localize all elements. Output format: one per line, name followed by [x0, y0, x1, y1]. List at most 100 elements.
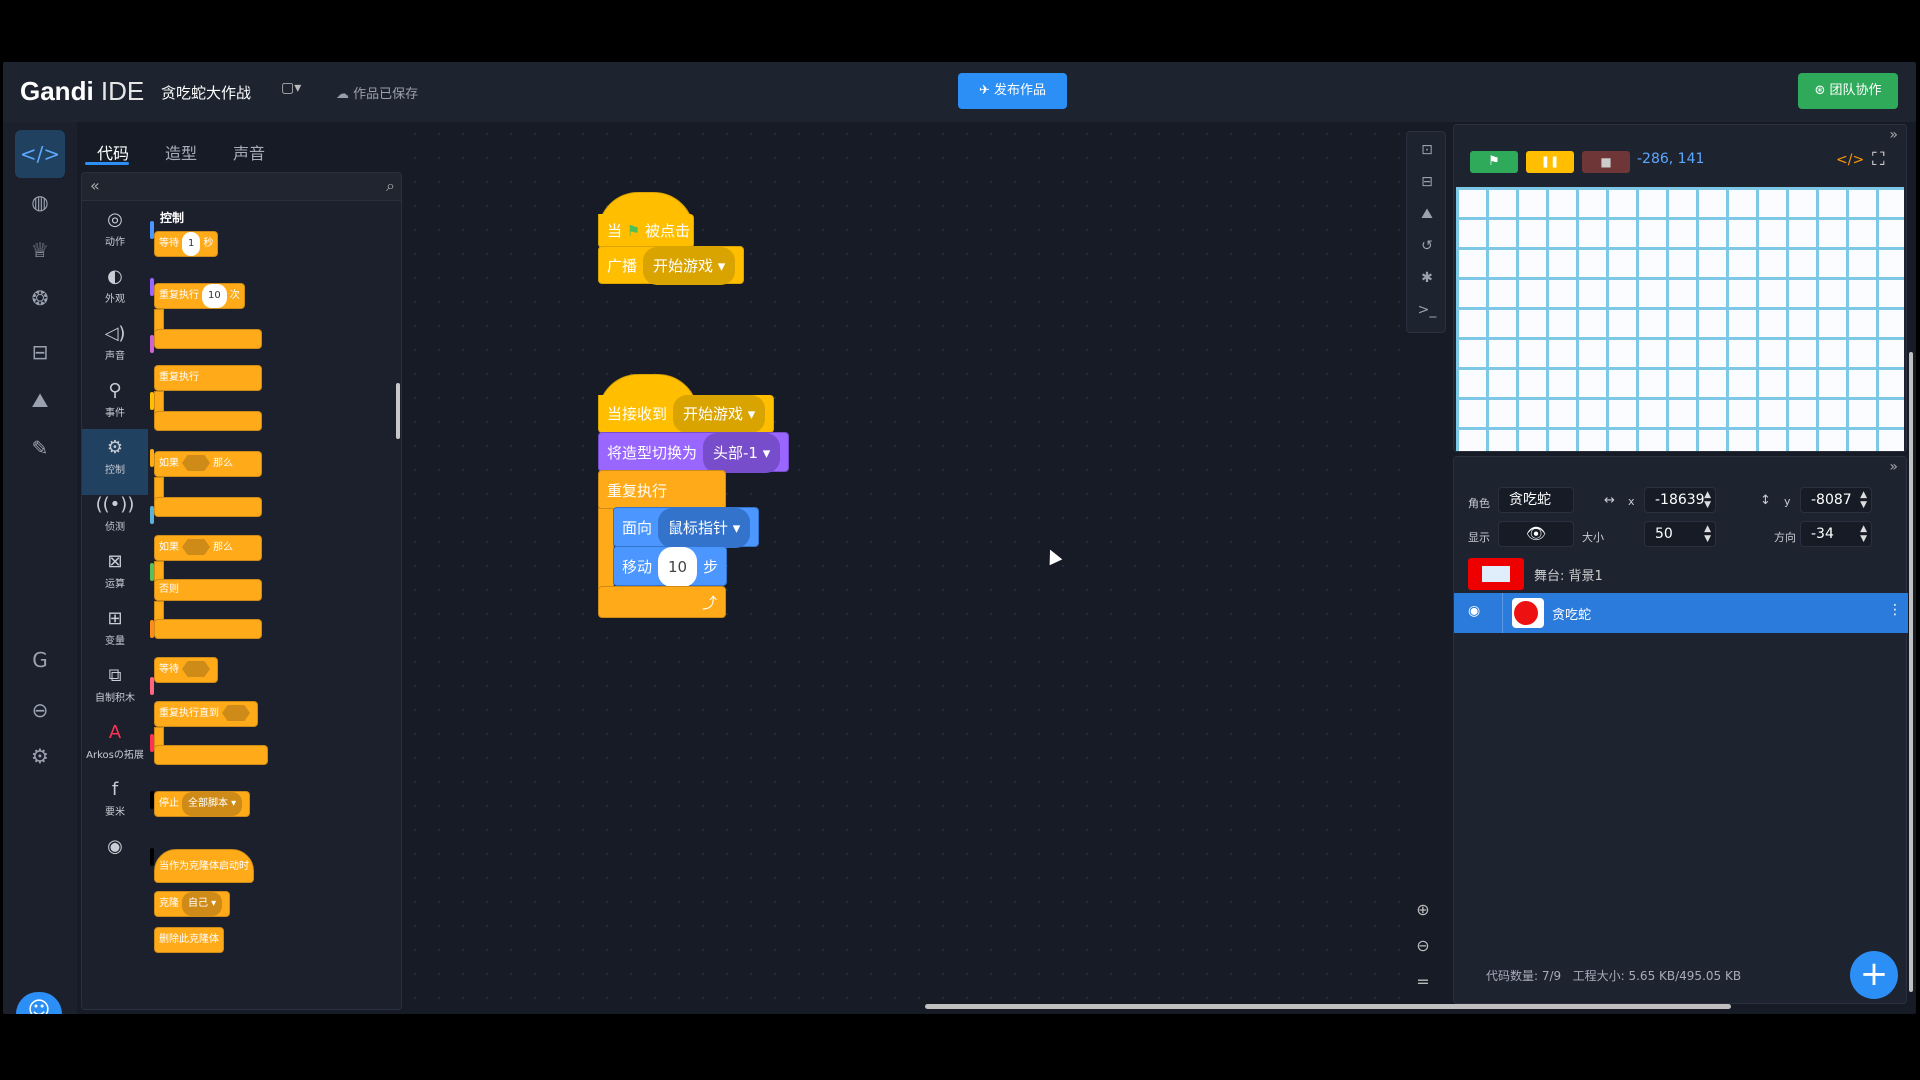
- if-block[interactable]: 如果 那么: [154, 451, 262, 477]
- green-flag-button[interactable]: ⚑: [1470, 151, 1518, 173]
- project-title[interactable]: 贪吃蛇大作战: [161, 82, 251, 103]
- category-label: 声音: [105, 351, 125, 362]
- fullscreen-icon[interactable]: ⛶: [1872, 149, 1885, 170]
- search-icon[interactable]: ⌕: [386, 176, 395, 196]
- team-collab-button[interactable]: ⊛ 团队协作: [1798, 73, 1898, 109]
- if-else-block[interactable]: 如果 那么: [154, 535, 262, 561]
- category-label: 动作: [105, 237, 125, 248]
- book-icon[interactable]: ✎: [15, 424, 65, 472]
- wait-block[interactable]: 等待 1 秒: [154, 231, 219, 257]
- category-icon: ⚙: [106, 437, 124, 458]
- zoom-in-icon[interactable]: ⊕: [1411, 900, 1435, 924]
- category-icon: ⚲: [108, 380, 122, 401]
- zoom-out-icon[interactable]: ⊖: [1411, 936, 1435, 960]
- category-icon: ◎: [107, 209, 123, 230]
- code-toggle-icon[interactable]: </>: [1836, 152, 1864, 168]
- feedback-button[interactable]: ☺ 反馈: [16, 992, 62, 1014]
- green-flag-icon: ⚑: [626, 222, 641, 240]
- forever-block[interactable]: 重复执行: [154, 365, 262, 391]
- category-11[interactable]: ◉: [82, 828, 154, 894]
- image-icon[interactable]: ⛰: [15, 376, 65, 424]
- tab-sound[interactable]: 声音: [233, 140, 265, 164]
- logo: Gandi IDE: [20, 76, 145, 106]
- briefcase-icon[interactable]: ⊖: [15, 686, 65, 734]
- gandi-icon[interactable]: G: [15, 636, 65, 684]
- size-label: 大小: [1582, 531, 1604, 544]
- broadcast-block[interactable]: 广播 开始游戏 ▾: [598, 246, 745, 285]
- repeat-until-block[interactable]: 重复执行直到: [154, 701, 258, 727]
- loop-arrow-icon: ⤴: [701, 594, 717, 612]
- category-icon: ((•)): [95, 494, 135, 515]
- palette-header: « ⌕: [82, 173, 401, 201]
- code-workspace[interactable]: 当 ⚑ 被点击 广播 开始游戏 ▾ 当接收到 开始游戏 ▾ 将造型切换为 头部-1 ▾…: [403, 122, 1403, 1014]
- category-list: ◎ 动作 ◐ 外观 ◁) 声音 ⚲ 事件 ⚙ 控制 ((•)) 侦测 ⊠ 运算 ⊞ 变量 ⧉ 自制积木 A Arkos…: [82, 201, 154, 1009]
- sprite-thumbnail: [1512, 598, 1544, 628]
- y-input[interactable]: -8087 ▲ ▼: [1800, 487, 1872, 513]
- robot-icon[interactable]: ⊟: [15, 328, 65, 376]
- sprite-panel: » 角色 贪吃蛇 ↔ x -18639 ▲ ▼ ↕ y -8087 ▲ ▼ 显示 👁 大…: [1453, 456, 1908, 1004]
- repeat-block[interactable]: 重复执行 10 次: [154, 283, 245, 309]
- top-bar: Gandi IDE 贪吃蛇大作战 ▢▾ ☁ 作品已保存 ✈ 发布作品 ⊛ 团队协…: [3, 62, 1916, 122]
- stop-button[interactable]: ■: [1582, 151, 1630, 173]
- delete-clone-block[interactable]: 删除此克隆体: [154, 927, 224, 953]
- more-menu-icon[interactable]: ⋮: [1888, 602, 1902, 618]
- direction-input[interactable]: -34 ▲ ▼: [1800, 521, 1872, 547]
- tab-code[interactable]: 代码: [97, 140, 129, 164]
- folder-icon[interactable]: ▢▾: [281, 80, 301, 96]
- x-arrow-icon: ↔: [1604, 493, 1615, 508]
- debug-icon[interactable]: ✱: [1417, 270, 1437, 290]
- stage-canvas[interactable]: [1456, 187, 1904, 451]
- category-icon: ◁): [104, 323, 126, 344]
- clone-start-block[interactable]: 当作为克隆体启动时: [154, 849, 254, 883]
- clone-block[interactable]: 克隆 自己 ▾: [154, 891, 231, 917]
- left-sidebar: </> ◍ ♕ ❂ ⊟ ⛰ ✎ G ⊖ ⚙ ☺ 反馈: [3, 122, 77, 1014]
- forever-loop-block[interactable]: 重复执行: [598, 470, 726, 510]
- size-input[interactable]: 50 ▲ ▼: [1644, 521, 1716, 547]
- terminal-icon[interactable]: >_: [1417, 302, 1437, 322]
- stop-block[interactable]: 停止 全部脚本 ▾: [154, 791, 251, 817]
- badge-icon[interactable]: ❂: [15, 274, 65, 322]
- point-towards-block[interactable]: 面向 鼠标指针 ▾: [613, 507, 760, 548]
- sprite-visibility-icon[interactable]: ◉: [1468, 603, 1480, 619]
- category-label: 外观: [105, 294, 125, 305]
- switch-costume-block[interactable]: 将造型切换为 头部-1 ▾: [598, 432, 790, 473]
- image-tool-icon[interactable]: ⛰: [1417, 206, 1437, 226]
- zoom-reset-icon[interactable]: =: [1411, 972, 1435, 996]
- category-label: 侦测: [105, 522, 125, 533]
- block-palette: « ⌕ ◎ 动作 ◐ 外观 ◁) 声音 ⚲ 事件 ⚙ 控制 ((•)) 侦测 ⊠ 运算 ⊞ 变量 ⧉ 自制积木 A A…: [81, 172, 402, 1010]
- publish-button[interactable]: ✈ 发布作品: [958, 73, 1067, 109]
- category-label: 控制: [105, 465, 125, 476]
- history-icon[interactable]: ↺: [1417, 238, 1437, 258]
- direction-label: 方向: [1774, 531, 1796, 544]
- wait-until-block[interactable]: 等待: [154, 657, 218, 683]
- when-flag-clicked-block[interactable]: 当 ⚑ 被点击: [598, 214, 694, 248]
- collapse-stage-icon[interactable]: »: [1889, 127, 1898, 143]
- forever-loop-end: ⤴: [598, 586, 726, 618]
- category-label: 自制积木: [95, 693, 135, 704]
- vertical-scrollbar[interactable]: [1909, 352, 1913, 992]
- settings-icon[interactable]: ⚙: [15, 732, 65, 780]
- category-label: 事件: [105, 408, 125, 419]
- palette-scrollbar[interactable]: [396, 383, 400, 439]
- tab-costume[interactable]: 造型: [165, 140, 197, 164]
- code-icon[interactable]: </>: [15, 130, 65, 178]
- x-input[interactable]: -18639 ▲ ▼: [1644, 487, 1716, 513]
- horizontal-scrollbar[interactable]: [925, 1004, 1731, 1009]
- robot-tool-icon[interactable]: ⊟: [1417, 174, 1437, 194]
- visibility-eye-icon[interactable]: 👁: [1498, 521, 1574, 547]
- tab-underline: [85, 162, 129, 165]
- add-sprite-button[interactable]: +: [1850, 951, 1898, 999]
- stage-item[interactable]: 舞台: 背景1: [1454, 552, 1908, 594]
- collapse-icon[interactable]: «: [90, 176, 100, 195]
- y-arrow-icon: ↕: [1760, 493, 1771, 508]
- pause-button[interactable]: ❚❚: [1526, 151, 1574, 173]
- palette-icon[interactable]: ◍: [15, 178, 65, 226]
- when-receive-block[interactable]: 当接收到 开始游戏 ▾: [598, 395, 775, 433]
- trophy-icon[interactable]: ♕: [15, 226, 65, 274]
- sprite-name-input[interactable]: 贪吃蛇: [1498, 487, 1574, 513]
- collapse-sprite-icon[interactable]: »: [1889, 459, 1898, 475]
- sprite-item-selected[interactable]: ◉ 贪吃蛇 ⋮: [1454, 593, 1908, 633]
- category-icon: ⊠: [107, 551, 123, 572]
- move-steps-block[interactable]: 移动 10 步: [613, 546, 728, 587]
- screenshot-icon[interactable]: ⊡: [1417, 142, 1437, 162]
